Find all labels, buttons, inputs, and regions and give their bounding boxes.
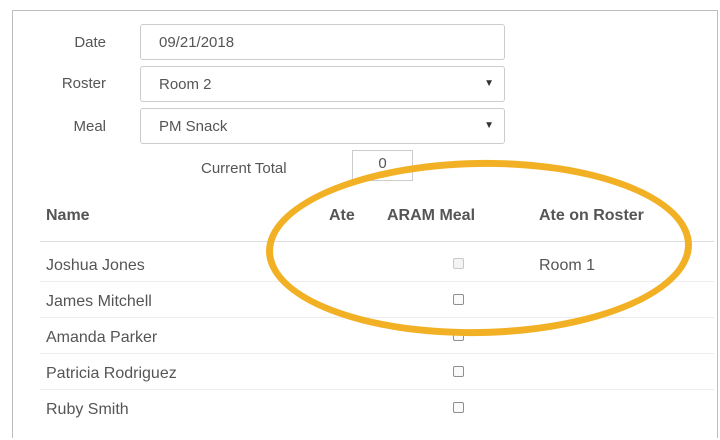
date-input[interactable]: 09/21/2018: [140, 24, 505, 60]
date-label: Date: [74, 34, 106, 51]
table-row: Ruby Smith: [40, 390, 714, 426]
aram-meal-checkbox[interactable]: [453, 366, 464, 377]
student-name: Joshua Jones: [46, 257, 145, 274]
roster-label: Roster: [61, 75, 106, 92]
meal-select[interactable]: PM Snack ▼: [140, 108, 505, 144]
student-name: Patricia Rodriguez: [46, 365, 177, 382]
aram-meal-checkbox[interactable]: [453, 402, 464, 413]
roster-select[interactable]: Room 2 ▼: [140, 66, 505, 102]
table-row: Patricia Rodriguez: [40, 354, 714, 390]
caret-down-icon: ▼: [484, 78, 494, 89]
column-header-name: Name: [46, 207, 90, 224]
roster-select-value: Room 2: [159, 76, 212, 93]
student-name: Amanda Parker: [46, 329, 158, 346]
meal-label: Meal: [73, 118, 106, 135]
student-name: Ruby Smith: [46, 401, 129, 418]
meal-select-value: PM Snack: [159, 118, 228, 135]
caret-down-icon: ▼: [484, 120, 494, 131]
current-total-label: Current Total: [201, 160, 287, 177]
student-name: James Mitchell: [46, 293, 152, 310]
